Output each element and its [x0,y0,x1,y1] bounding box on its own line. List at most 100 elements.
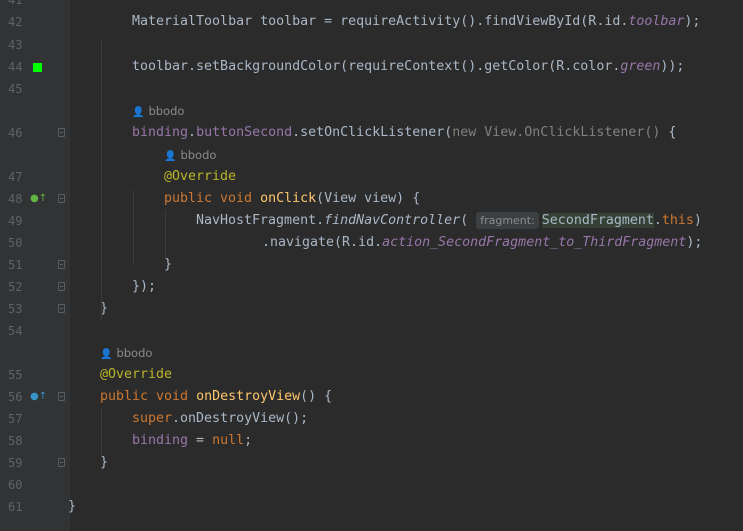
code-token: @Override [100,367,173,382]
fold-marker-icon[interactable] [58,128,65,137]
code-text[interactable]: toolbar.setBackgroundColor(requireContex… [132,56,684,78]
code-line: 43 [0,34,743,56]
code-token: .setOnClickListener( [292,125,453,140]
code-text[interactable]: MaterialToolbar toolbar = requireActivit… [132,11,700,33]
line-number[interactable]: 49 [8,210,22,232]
user-icon: 👤 [132,107,145,118]
fold-marker-icon[interactable] [58,458,65,467]
code-line: 47 @Override [0,166,743,188]
code-text[interactable]: public void onClick(View view) { [164,188,420,210]
line-number[interactable]: 50 [8,232,22,254]
code-line: 42 MaterialToolbar toolbar = requireActiv… [0,11,743,33]
code-token: ); [686,235,703,250]
line-number[interactable]: 61 [8,496,22,518]
code-line: 48 public void onClick(View view) { [0,188,743,210]
code-token: = [188,433,213,448]
line-number[interactable]: 42 [8,11,22,33]
code-token: buttonSecond [196,125,293,140]
code-text[interactable]: public void onDestroyView() { [100,386,332,408]
code-token: toolbar.setBackgroundColor(requireContex… [132,59,621,74]
code-token: SecondFragment [541,213,654,228]
code-token: public void [100,389,197,404]
code-token: . [188,125,197,140]
code-token: this [661,213,694,228]
line-number[interactable]: 53 [8,298,22,320]
line-number[interactable]: 54 [8,320,22,342]
author-annotation-row: 👤 bbodo [0,144,743,166]
code-token: onDestroyView [196,389,301,404]
code-line: 59} [0,452,743,474]
indent-guide [133,190,134,265]
code-line: 56 public void onDestroyView() { [0,386,743,408]
line-number[interactable]: 44 [8,56,22,78]
code-line: 50 .navigate(R.id.action_SecondFragment_t… [0,232,743,254]
code-text[interactable]: NavHostFragment.findNavController( fragm… [196,210,702,232]
code-token: ) [693,213,702,228]
code-line: 52}); [0,276,743,298]
line-number[interactable]: 55 [8,364,22,386]
code-line: 46 binding.buttonSecond.setOnClickListene… [0,122,743,144]
code-text[interactable]: @Override [164,166,236,188]
code-text[interactable]: @Override [100,364,172,386]
author-name: bbodo [116,346,153,360]
author-name: bbodo [148,104,185,118]
line-number[interactable]: 60 [8,474,22,496]
code-token: { [668,125,677,140]
fold-marker-icon[interactable] [58,282,65,291]
code-text[interactable]: super.onDestroyView(); [132,408,308,430]
line-number[interactable]: 47 [8,166,22,188]
code-token: .navigate(R.id. [262,235,383,250]
indent-guide [165,210,166,260]
code-author-hint[interactable]: 👤 bbodo [132,100,184,122]
code-line: 55 @Override [0,364,743,386]
code-text[interactable]: binding.buttonSecond.setOnClickListener(… [132,122,676,144]
code-token: ( [460,213,477,228]
code-line: 58 binding = null; [0,430,743,452]
line-number[interactable]: 41 [8,0,22,11]
code-token: action_SecondFragment_to_ThirdFragment [382,235,687,250]
fold-marker-icon[interactable] [58,392,65,401]
implements-icon[interactable]: ●↑ [30,194,47,204]
fold-marker-icon[interactable] [58,304,65,313]
code-line: 45 [0,78,743,100]
line-number[interactable]: 59 [8,452,22,474]
fold-marker-icon[interactable] [58,260,65,269]
code-text[interactable]: binding = null; [132,430,252,452]
line-number[interactable]: 57 [8,408,22,430]
code-text[interactable]: } [68,496,76,518]
code-token: MaterialToolbar toolbar = requireActivit… [132,14,629,29]
code-token: new View.OnClickListener() [452,125,669,140]
code-token: onClick [260,191,317,206]
code-author-hint[interactable]: 👤 bbodo [100,342,152,364]
code-line: 57 super.onDestroyView(); [0,408,743,430]
code-text[interactable]: .navigate(R.id.action_SecondFragment_to_… [262,232,702,254]
code-token: findNavController [324,213,461,228]
code-token: }); [132,279,157,294]
code-line: 51} [0,254,743,276]
code-token: binding [132,125,189,140]
code-text[interactable]: }); [132,276,156,298]
code-line: 49 NavHostFragment.findNavController( fra… [0,210,743,232]
code-token: () { [300,389,333,404]
color-swatch-icon[interactable] [33,63,42,72]
code-token: super [132,411,173,426]
line-number[interactable]: 45 [8,78,22,100]
code-author-hint[interactable]: 👤 bbodo [164,144,216,166]
fold-marker-icon[interactable] [58,194,65,203]
code-token: ); [684,14,701,29]
code-line: 53} [0,298,743,320]
line-number[interactable]: 58 [8,430,22,452]
user-icon: 👤 [164,151,177,162]
line-number[interactable]: 51 [8,254,22,276]
code-token: } [68,499,77,514]
code-line: 61} [0,496,743,518]
line-number[interactable]: 46 [8,122,22,144]
line-number[interactable]: 52 [8,276,22,298]
code-line: 54 [0,320,743,342]
line-number[interactable]: 56 [8,386,22,408]
line-number[interactable]: 43 [8,34,22,56]
author-annotation-row: 👤 bbodo [0,342,743,364]
line-number[interactable]: 48 [8,188,22,210]
code-token: public void [164,191,261,206]
override-icon[interactable]: ●↑ [30,392,47,402]
